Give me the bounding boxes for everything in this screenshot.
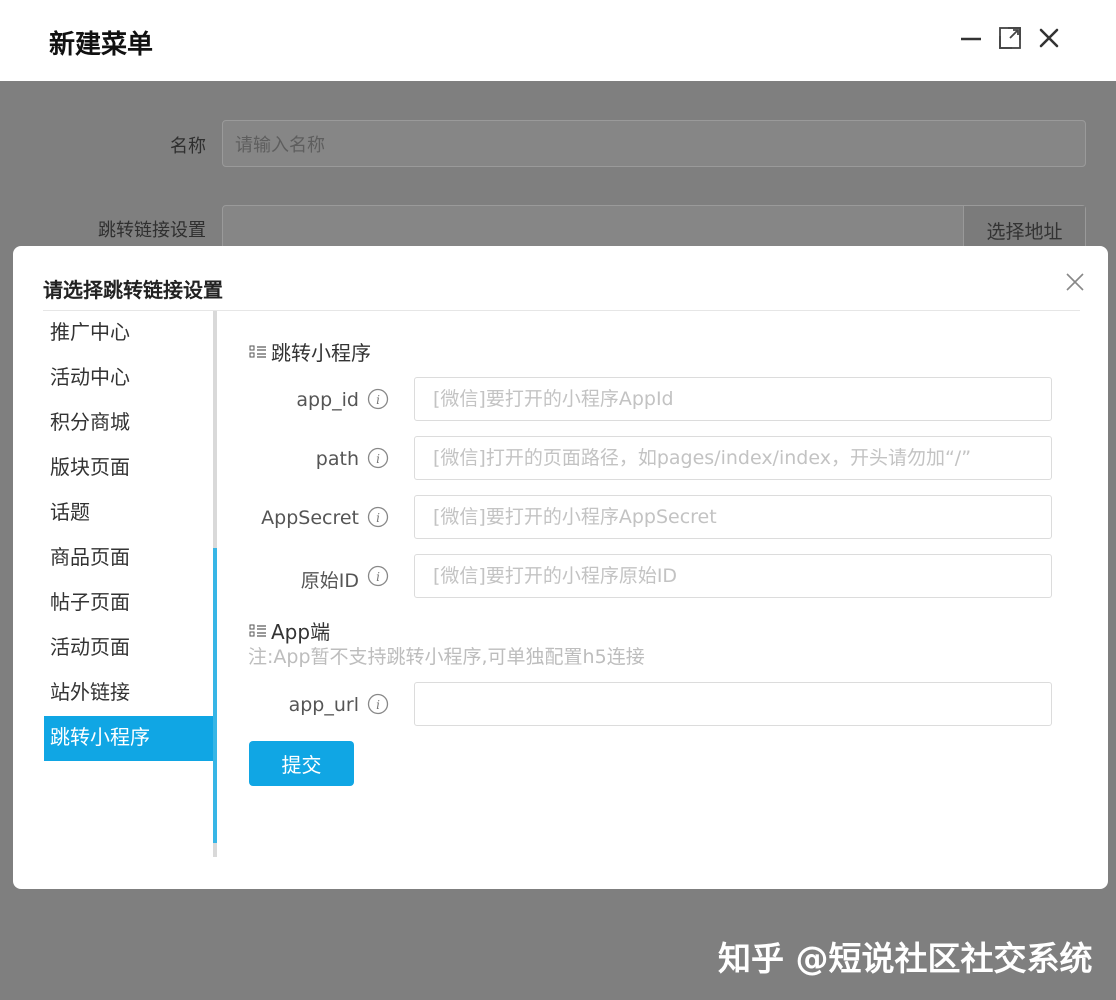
- list-icon: [249, 624, 266, 637]
- info-icon[interactable]: i: [367, 693, 389, 715]
- info-icon[interactable]: i: [367, 506, 389, 528]
- svg-text:i: i: [376, 570, 380, 584]
- nav-scrollbar-thumb[interactable]: [213, 548, 217, 843]
- modal-title: 请选择跳转链接设置: [43, 278, 223, 302]
- nav-item[interactable]: 话题: [44, 491, 214, 536]
- info-icon[interactable]: i: [367, 447, 389, 469]
- nav-item[interactable]: 帖子页面: [44, 581, 214, 626]
- nav-item[interactable]: 商品页面: [44, 536, 214, 581]
- maximize-icon[interactable]: [996, 24, 1024, 52]
- svg-text:i: i: [376, 452, 380, 466]
- close-icon[interactable]: [1035, 24, 1063, 52]
- app-id-label: app_id: [296, 389, 359, 411]
- nav-item[interactable]: 跳转小程序: [44, 716, 214, 761]
- app-section-label: App端: [271, 620, 331, 644]
- name-input[interactable]: 请输入名称: [222, 120, 1086, 167]
- minimize-icon[interactable]: [957, 24, 985, 52]
- submit-button[interactable]: 提交: [249, 741, 354, 786]
- link-select-modal: 请选择跳转链接设置 推广中心 活动中心 积分商城 版块页面 话题 商品页面 帖子页面 活动页面…: [13, 246, 1108, 889]
- modal-close-icon[interactable]: [1063, 270, 1087, 294]
- path-input[interactable]: [414, 436, 1052, 480]
- link-type-nav: 推广中心 活动中心 积分商城 版块页面 话题 商品页面 帖子页面 活动页面 站外链接 跳转小程序: [44, 311, 214, 761]
- nav-item[interactable]: 活动页面: [44, 626, 214, 671]
- nav-item[interactable]: 站外链接: [44, 671, 214, 716]
- info-icon[interactable]: i: [367, 565, 389, 587]
- nav-item[interactable]: 积分商城: [44, 401, 214, 446]
- link-setting-label: 跳转链接设置: [98, 220, 206, 241]
- svg-text:i: i: [376, 511, 380, 525]
- app-id-input[interactable]: [414, 377, 1052, 421]
- original-id-label: 原始ID: [300, 570, 359, 592]
- original-id-input[interactable]: [414, 554, 1052, 598]
- app-url-label: app_url: [288, 694, 359, 716]
- name-label: 名称: [170, 136, 206, 157]
- window-title: 新建菜单: [49, 30, 154, 60]
- mini-program-section-label: 跳转小程序: [271, 341, 371, 365]
- svg-text:i: i: [376, 698, 380, 712]
- mini-program-section-title: 跳转小程序: [249, 337, 371, 366]
- app-url-input[interactable]: [414, 682, 1052, 726]
- app-note: 注:App暂不支持跳转小程序,可单独配置h5连接: [248, 646, 645, 668]
- window-header: 新建菜单: [0, 0, 1116, 81]
- svg-text:i: i: [376, 393, 380, 407]
- list-icon: [249, 345, 266, 358]
- nav-item[interactable]: 推广中心: [44, 311, 214, 356]
- app-secret-input[interactable]: [414, 495, 1052, 539]
- app-secret-label: AppSecret: [261, 507, 359, 529]
- nav-item[interactable]: 活动中心: [44, 356, 214, 401]
- name-placeholder: 请输入名称: [235, 134, 325, 156]
- app-section-title: App端: [249, 616, 330, 645]
- path-label: path: [315, 448, 359, 470]
- nav-item[interactable]: 版块页面: [44, 446, 214, 491]
- info-icon[interactable]: i: [367, 388, 389, 410]
- watermark: 知乎 @短说社区社交系统: [718, 939, 1093, 978]
